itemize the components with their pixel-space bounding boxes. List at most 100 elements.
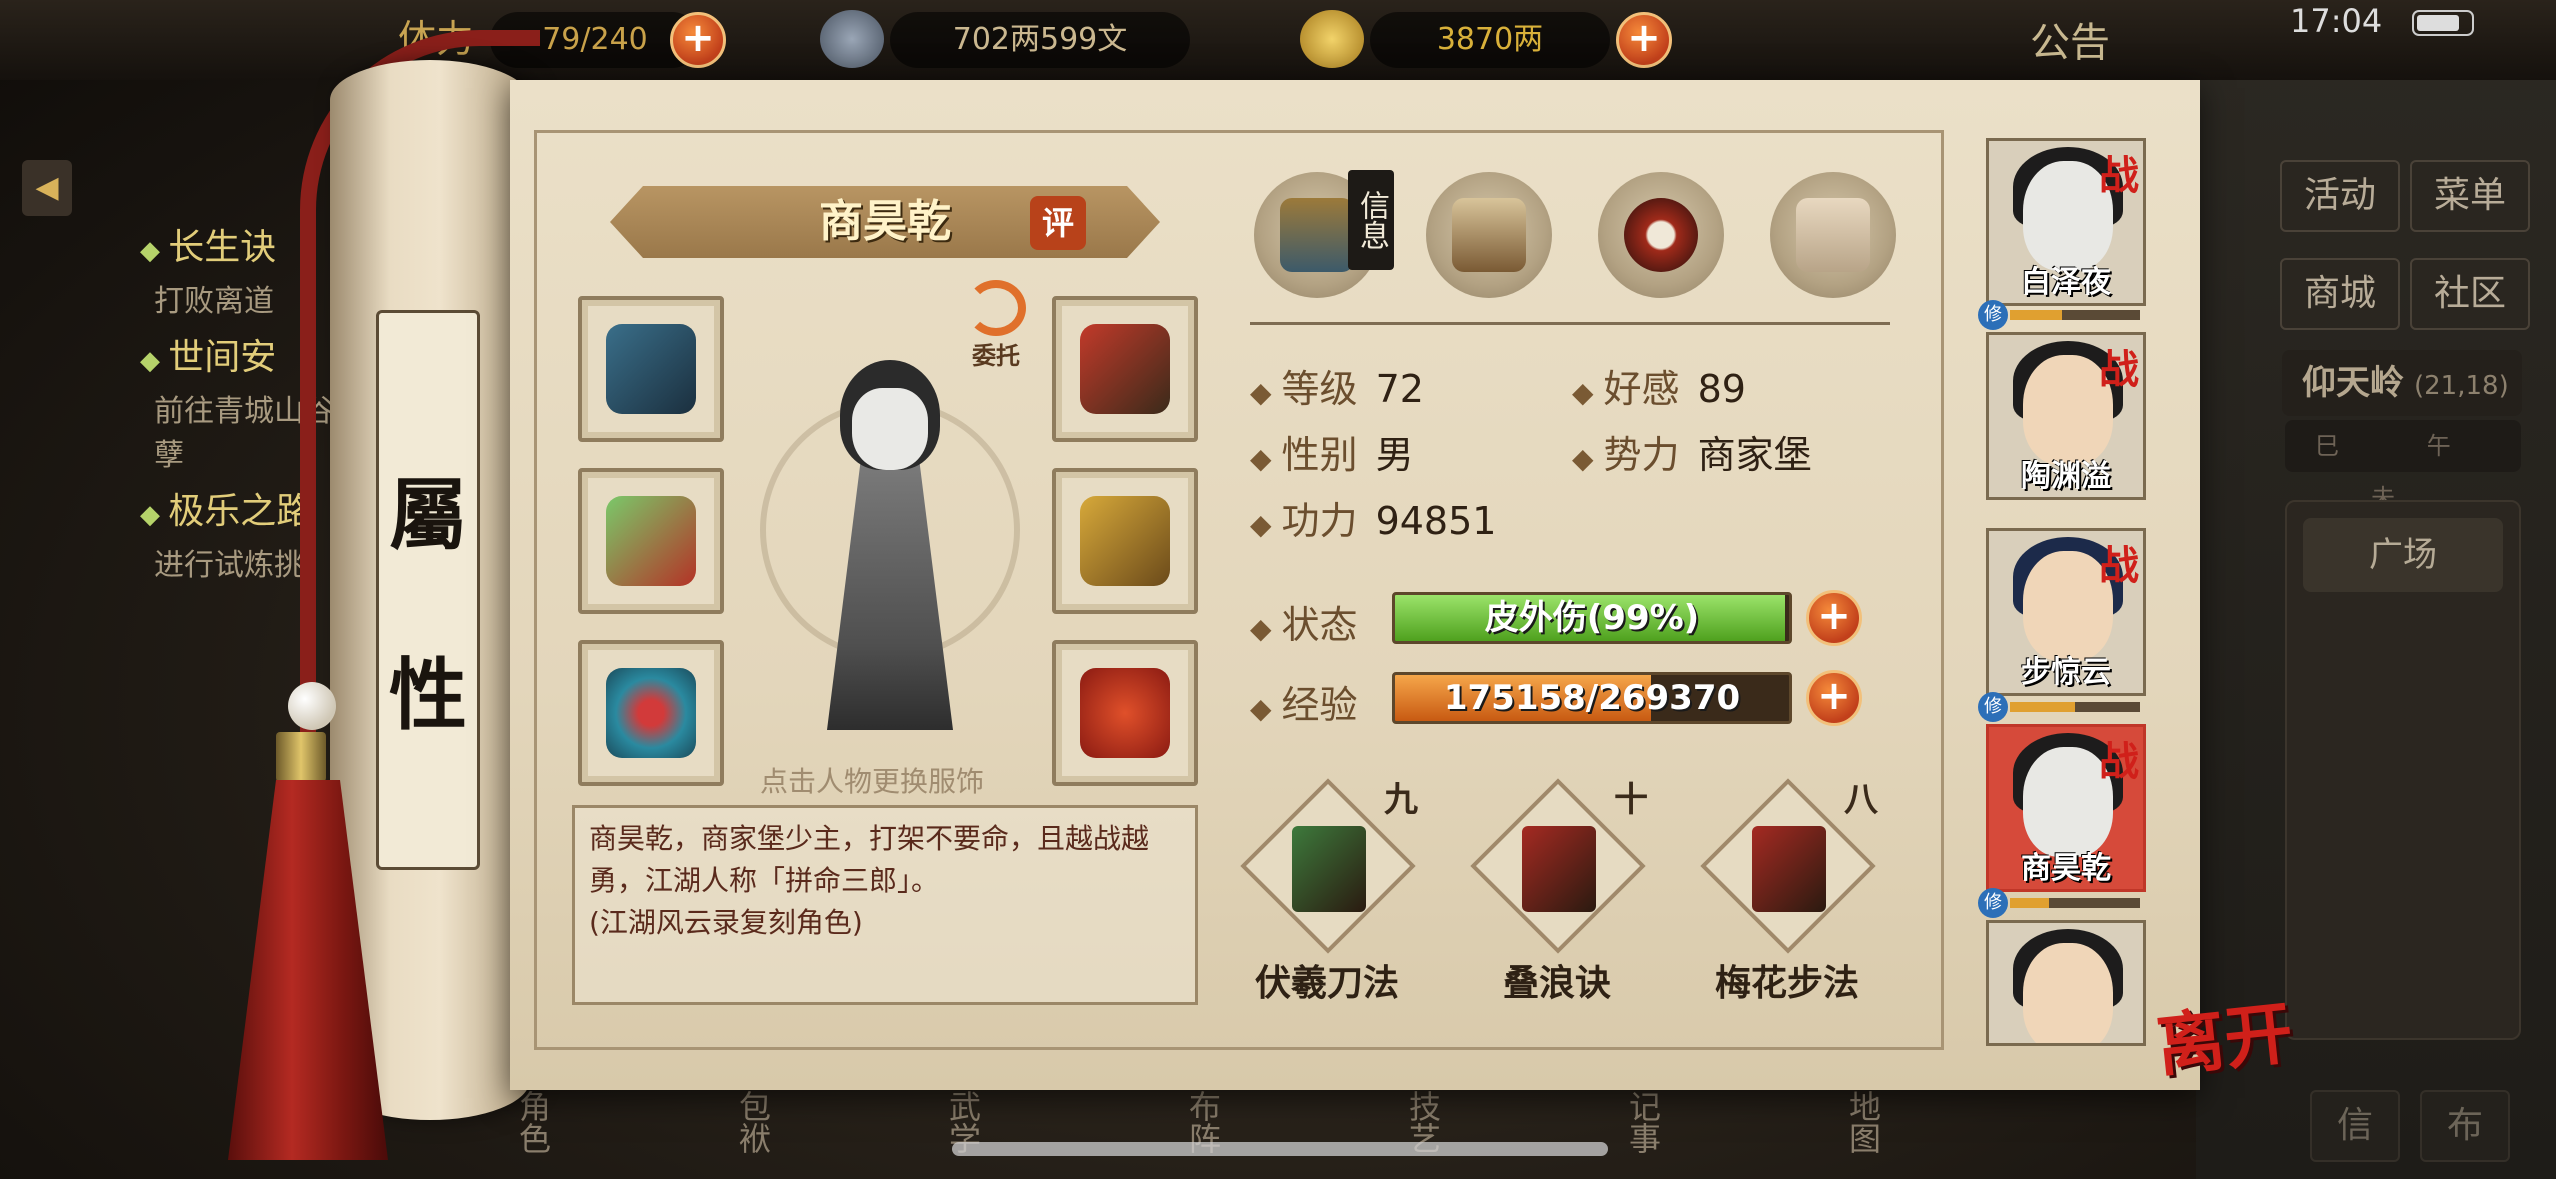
skill-level: 八: [1844, 780, 1878, 820]
roster-xp: [2010, 702, 2140, 712]
bottom-nav: 角色 包袱 武学 布阵 技艺 记事 地图: [480, 1080, 2380, 1179]
nav-bag[interactable]: 包袱: [730, 1090, 776, 1154]
skill-slot[interactable]: 十 叠浪诀: [1462, 778, 1652, 1006]
add-exp-button[interactable]: +: [1806, 670, 1862, 726]
belt-icon: [1080, 324, 1170, 414]
armor-icon: [1080, 496, 1170, 586]
pouch-icon: [1080, 668, 1170, 758]
stat-power: 功力94851: [1250, 490, 1496, 545]
roster-card-selected[interactable]: 战 商昊乾: [1986, 724, 2146, 892]
cultivate-tag: 修: [1978, 888, 2008, 918]
roster-card[interactable]: 战 白泽夜: [1986, 138, 2146, 306]
silver-value: 702两599文: [890, 12, 1190, 68]
location-coords: (21,18): [2414, 371, 2509, 401]
roster-name: 步惊云: [2021, 655, 2111, 690]
skill-slot[interactable]: 九 伏羲刀法: [1232, 778, 1422, 1006]
tab-manual[interactable]: [1426, 172, 1552, 298]
roster-name: 商昊乾: [2021, 851, 2111, 886]
exp-label: 经验: [1250, 674, 1358, 729]
tassel-bead: [288, 682, 336, 730]
cultivate-tag: 修: [1978, 692, 2008, 722]
heal-button[interactable]: +: [1806, 590, 1862, 646]
scroll-book-icon: [1452, 198, 1526, 272]
roster-card[interactable]: [1986, 920, 2146, 1046]
equip-slot-ring[interactable]: [578, 640, 724, 786]
roster-xp: [2010, 898, 2140, 908]
tab-meridian[interactable]: [1770, 172, 1896, 298]
stat-level: 等级72: [1250, 358, 1424, 413]
rate-button[interactable]: 评: [1030, 196, 1086, 250]
exp-text: 175158/269370: [1443, 678, 1741, 718]
oni-mask-icon: [852, 388, 928, 470]
home-indicator[interactable]: [952, 1142, 1608, 1156]
location-display[interactable]: 仰天岭 (21,18): [2282, 350, 2522, 416]
nav-journal[interactable]: 记事: [1620, 1090, 1666, 1154]
equip-slot-gloves[interactable]: [578, 296, 724, 442]
status-label: 状态: [1250, 594, 1358, 649]
exp-bar: 175158/269370: [1392, 672, 1792, 724]
roster-card[interactable]: 战 步惊云: [1986, 528, 2146, 696]
skill-level: 十: [1614, 780, 1648, 820]
change-outfit-hint: 点击人物更换服饰: [760, 765, 985, 798]
nav-map[interactable]: 地图: [1840, 1090, 1886, 1154]
community-button[interactable]: 社区: [2410, 258, 2530, 330]
gauntlet-icon: [606, 324, 696, 414]
character-portrait[interactable]: [760, 340, 1020, 740]
attribute-scroll-label: 屬 性: [376, 310, 480, 870]
skill-name: 叠浪诀: [1502, 963, 1611, 1004]
gold-ingot-icon: [1300, 10, 1364, 68]
straw-hat-icon: [1280, 198, 1354, 272]
battle-tag: 战: [2099, 738, 2139, 785]
stat-gender: 性别男: [1250, 424, 1414, 479]
equip-slot-belt[interactable]: [1052, 296, 1198, 442]
status-bar: 皮外伤(99%): [1392, 592, 1792, 644]
battle-tag: 战: [2099, 346, 2139, 393]
add-stamina-button[interactable]: +: [670, 12, 726, 68]
equip-slot-armor[interactable]: [1052, 468, 1198, 614]
red-book-icon: [1752, 826, 1826, 912]
collapse-arrow-icon[interactable]: ◀: [22, 160, 72, 216]
leave-button[interactable]: 离开: [2151, 977, 2297, 1090]
sword-icon: [606, 496, 696, 586]
status-time: 17:04: [2290, 2, 2383, 40]
small-button-2[interactable]: 布: [2420, 1090, 2510, 1162]
green-book-icon: [1292, 826, 1366, 912]
skill-name: 梅花步法: [1714, 963, 1859, 1004]
delegate-label: 委托: [972, 342, 1020, 370]
roster-name: 陶渊溢: [2021, 459, 2111, 494]
cultivate-tag: 修: [1978, 300, 2008, 330]
description-note: (江湖风云录复刻角色): [589, 906, 863, 939]
divider: [1250, 322, 1890, 325]
shop-button[interactable]: 商城: [2280, 258, 2400, 330]
skill-name: 伏羲刀法: [1254, 963, 1399, 1004]
plaza-button[interactable]: 广场: [2303, 518, 2503, 592]
time-compass: 巳 午 未: [2285, 420, 2521, 512]
delegate-icon: [966, 280, 1026, 336]
battle-tag: 战: [2099, 152, 2139, 199]
equip-slot-weapon[interactable]: [578, 468, 724, 614]
skill-slot[interactable]: 八 梅花步法: [1692, 778, 1882, 1006]
notice-button[interactable]: 公告: [2030, 10, 2110, 68]
area-panel: 广场: [2285, 500, 2521, 1040]
ring-icon: [606, 668, 696, 758]
gold-value: 3870两: [1370, 12, 1610, 68]
roster-card[interactable]: 战 陶渊溢: [1986, 332, 2146, 500]
bagua-icon: [1624, 198, 1698, 272]
description-text: 商昊乾，商家堡少主，打架不要命，且越战越勇，江湖人称「拼命三郎」。: [589, 822, 1150, 897]
delegate-button[interactable]: 委托: [956, 280, 1036, 370]
scroll-label-bottom: 性: [388, 650, 467, 741]
equip-slot-accessory[interactable]: [1052, 640, 1198, 786]
battle-tag: 战: [2099, 542, 2139, 589]
add-gold-button[interactable]: +: [1616, 12, 1672, 68]
scroll-label-top: 屬: [388, 470, 467, 561]
menu-button[interactable]: 菜单: [2410, 160, 2530, 232]
tab-bagua[interactable]: [1598, 172, 1724, 298]
stat-faction: 势力商家堡: [1572, 424, 1812, 479]
roster-name: 白泽夜: [2021, 265, 2111, 300]
character-description: 商昊乾，商家堡少主，打架不要命，且越战越勇，江湖人称「拼命三郎」。 (江湖风云录…: [572, 805, 1198, 1005]
tassel-cap: [276, 732, 326, 782]
stat-favor: 好感89: [1572, 358, 1746, 413]
activity-button[interactable]: 活动: [2280, 160, 2400, 232]
status-text: 皮外伤(99%): [1484, 598, 1700, 638]
location-name: 仰天岭: [2302, 363, 2404, 403]
